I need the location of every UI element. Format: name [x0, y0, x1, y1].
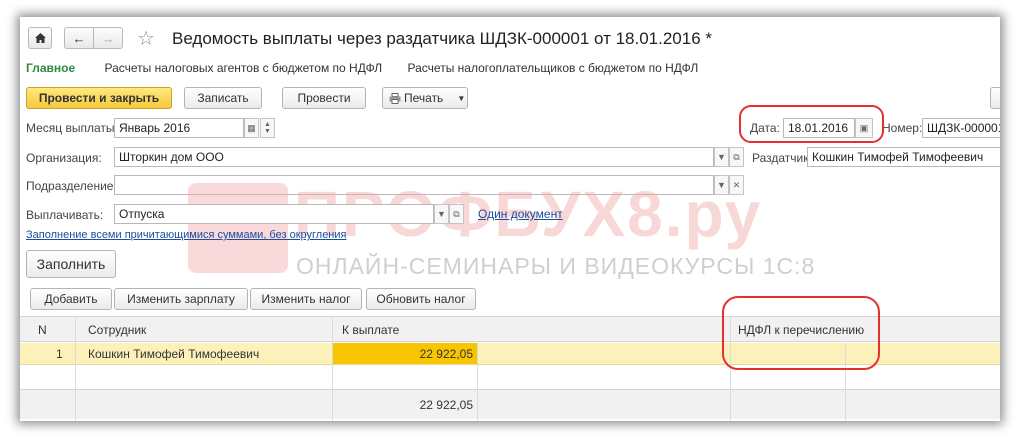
page-title: Ведомость выплаты через раздатчика ШДЗК-… — [172, 29, 713, 48]
calendar-icon: ▦ — [247, 122, 256, 133]
column-header-amount[interactable]: К выплате — [342, 323, 399, 337]
print-button-label: Печать — [404, 91, 444, 105]
organization-open-button[interactable]: ⧉ — [729, 147, 744, 167]
organization-dropdown[interactable]: ▼ — [714, 147, 729, 167]
one-document-link[interactable]: Один документ — [478, 207, 563, 221]
update-tax-button[interactable]: Обновить налог — [366, 288, 476, 310]
chevron-down-icon: ▼ — [717, 152, 726, 162]
month-select-button[interactable]: ▦ — [244, 118, 259, 138]
distributor-label: Раздатчик: — [752, 151, 812, 165]
home-icon — [34, 33, 46, 43]
date-highlight-annotation — [739, 105, 884, 143]
add-button[interactable]: Добавить — [30, 288, 112, 310]
more-button[interactable] — [990, 87, 1000, 109]
organization-input[interactable]: Шторкин дом ООО — [114, 147, 714, 167]
open-icon: ⧉ — [453, 208, 460, 219]
star-icon[interactable]: ☆ — [137, 26, 155, 51]
column-divider — [332, 316, 333, 421]
column-header-employee[interactable]: Сотрудник — [88, 323, 146, 337]
month-label: Месяц выплаты: — [26, 121, 118, 135]
tab-main[interactable]: Главное — [26, 61, 75, 75]
stepper-icon: ▲ ▼ — [264, 121, 271, 135]
watermark-subtitle: ОНЛАЙН-СЕМИНАРЫ И ВИДЕОКУРСЫ 1С:8 — [296, 253, 816, 279]
table-footer: 22 922,05 — [20, 389, 1000, 419]
column-header-n[interactable]: N — [38, 323, 47, 337]
watermark-logo — [188, 183, 288, 273]
fill-mode-link[interactable]: Заполнение всеми причитающимися суммами,… — [26, 229, 347, 241]
row-employee: Кошкин Тимофей Тимофеевич — [88, 347, 260, 361]
forward-button[interactable]: → — [93, 27, 123, 49]
pay-open-button[interactable]: ⧉ — [449, 204, 464, 224]
change-salary-button[interactable]: Изменить зарплату — [114, 288, 248, 310]
column-divider — [75, 316, 76, 421]
document-window: ← → ☆ Ведомость выплаты через раздатчика… — [20, 17, 1000, 421]
printer-icon — [389, 92, 401, 104]
distributor-input[interactable]: Кошкин Тимофей Тимофеевич — [807, 147, 1000, 167]
arrow-left-icon: ← — [72, 30, 86, 46]
month-input[interactable]: Январь 2016 — [114, 118, 244, 138]
arrow-right-icon: → — [101, 30, 115, 46]
tab-taxpayers[interactable]: Расчеты налогоплательщиков с бюджетом по… — [408, 61, 699, 75]
print-button[interactable]: Печать ▼ — [382, 87, 468, 109]
row-amount: 22 922,05 — [419, 347, 473, 361]
post-button[interactable]: Провести — [282, 87, 366, 109]
department-label: Подразделение: — [26, 179, 117, 193]
save-button[interactable]: Записать — [184, 87, 262, 109]
change-tax-button[interactable]: Изменить налог — [250, 288, 362, 310]
section-tabs: Главное Расчеты налоговых агентов с бюдж… — [26, 61, 698, 75]
row-number: 1 — [56, 347, 63, 361]
pay-dropdown[interactable]: ▼ — [434, 204, 449, 224]
tab-tax-agents[interactable]: Расчеты налоговых агентов с бюджетом по … — [104, 61, 382, 75]
back-button[interactable]: ← — [64, 27, 94, 49]
pay-input[interactable]: Отпуска — [114, 204, 434, 224]
open-icon: ⧉ — [733, 151, 740, 162]
post-and-close-button[interactable]: Провести и закрыть — [26, 87, 172, 109]
chevron-down-icon: ▼ — [437, 209, 446, 219]
tax-column-highlight-annotation — [722, 296, 880, 370]
number-label: Номер: — [882, 121, 923, 135]
total-amount: 22 922,05 — [419, 398, 473, 412]
pay-label: Выплачивать: — [26, 208, 104, 222]
month-stepper[interactable]: ▲ ▼ — [260, 118, 275, 138]
organization-label: Организация: — [26, 151, 102, 165]
chevron-down-icon: ▼ — [457, 93, 466, 103]
column-divider — [477, 343, 478, 421]
fill-button[interactable]: Заполнить — [26, 250, 116, 278]
number-input[interactable]: ШДЗК-000001 — [922, 118, 1000, 138]
home-button[interactable] — [28, 27, 52, 49]
